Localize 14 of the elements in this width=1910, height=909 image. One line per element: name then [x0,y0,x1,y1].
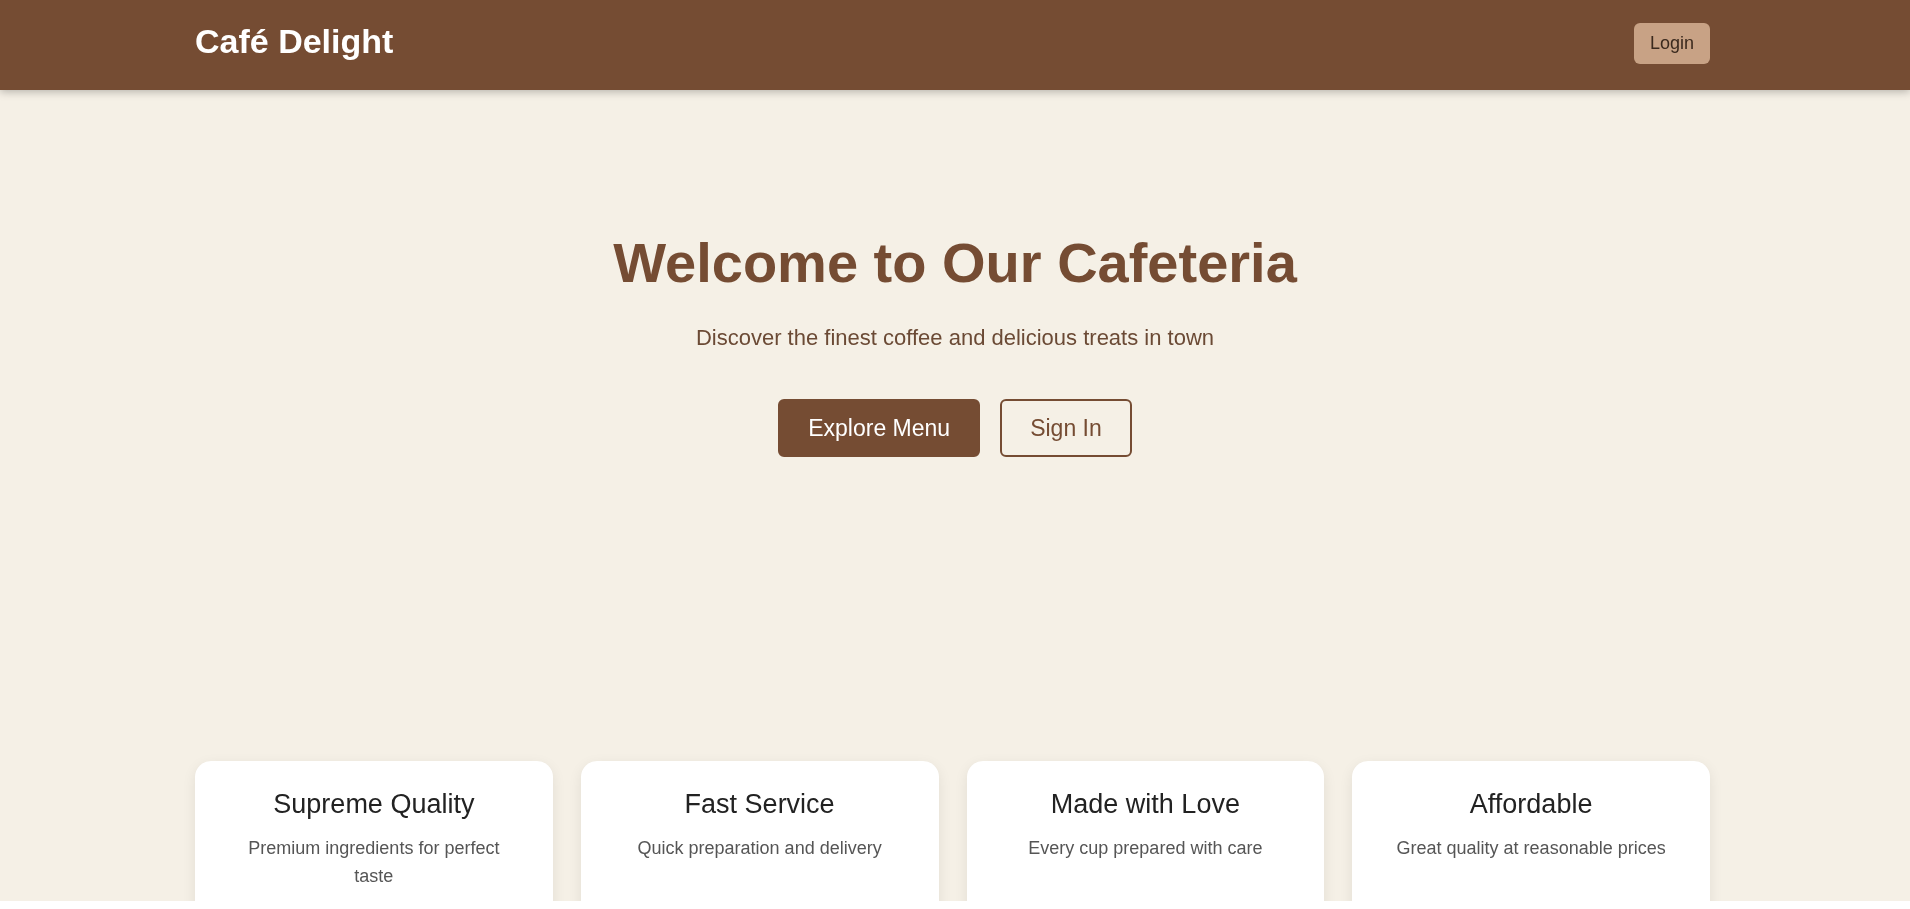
feature-text: Great quality at reasonable prices [1395,837,1667,860]
explore-menu-button[interactable]: Explore Menu [778,399,981,457]
login-button[interactable]: Login [1633,22,1710,64]
feature-title: Supreme Quality [272,789,476,820]
hero-title: Welcome to Our Cafeteria [613,230,1297,295]
sign-in-button[interactable]: Sign In [1000,399,1132,457]
hero-subtitle: Discover the finest coffee and delicious treats in town [695,325,1215,351]
site-logo[interactable]: Café Delight [195,21,394,61]
feature-title: Made with Love [1049,789,1241,820]
feature-text: Every cup prepared with care [1027,837,1264,860]
feature-text: Premium ingredients for perfect taste [247,837,501,888]
feature-text: Quick preparation and delivery [636,837,883,860]
feature-title: Affordable [1468,789,1594,820]
feature-title: Fast Service [683,789,836,820]
